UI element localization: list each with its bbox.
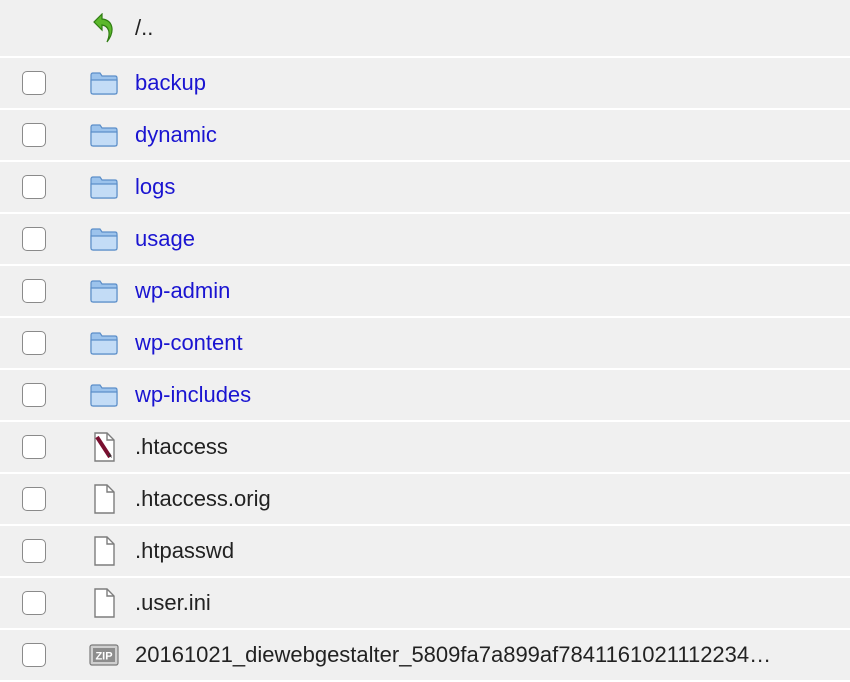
folder-link[interactable]: wp-content	[135, 330, 243, 356]
folder-link[interactable]: usage	[135, 226, 195, 252]
folder-row[interactable]: wp-admin	[0, 266, 850, 318]
file-name[interactable]: 20161021_diewebgestalter_5809fa7a899af78…	[135, 642, 771, 668]
select-checkbox[interactable]	[22, 539, 46, 563]
file-icon[interactable]	[89, 484, 119, 514]
folder-icon[interactable]	[89, 120, 119, 150]
file-name[interactable]: .htpasswd	[135, 538, 234, 564]
select-checkbox[interactable]	[22, 279, 46, 303]
select-checkbox[interactable]	[22, 435, 46, 459]
select-checkbox[interactable]	[22, 227, 46, 251]
select-checkbox[interactable]	[22, 331, 46, 355]
folder-link[interactable]: wp-includes	[135, 382, 251, 408]
folder-row[interactable]: dynamic	[0, 110, 850, 162]
folder-icon[interactable]	[89, 68, 119, 98]
file-row[interactable]: .user.ini	[0, 578, 850, 630]
folder-row[interactable]: usage	[0, 214, 850, 266]
folder-link[interactable]: wp-admin	[135, 278, 230, 304]
svg-text:ZIP: ZIP	[95, 651, 112, 663]
file-icon[interactable]	[89, 536, 119, 566]
file-row[interactable]: .htpasswd	[0, 526, 850, 578]
file-icon[interactable]	[89, 588, 119, 618]
select-checkbox[interactable]	[22, 175, 46, 199]
folder-icon[interactable]	[89, 224, 119, 254]
file-row[interactable]: .htaccess.orig	[0, 474, 850, 526]
folder-row[interactable]: wp-includes	[0, 370, 850, 422]
parent-directory-link[interactable]: /..	[135, 15, 153, 41]
folder-icon[interactable]	[89, 276, 119, 306]
up-arrow-icon[interactable]	[89, 13, 119, 43]
file-row[interactable]: ZIP 20161021_diewebgestalter_5809fa7a899a…	[0, 630, 850, 682]
folder-link[interactable]: dynamic	[135, 122, 217, 148]
folder-row[interactable]: logs	[0, 162, 850, 214]
folder-row[interactable]: backup	[0, 58, 850, 110]
zip-file-icon[interactable]: ZIP	[89, 640, 119, 670]
file-name[interactable]: .htaccess.orig	[135, 486, 271, 512]
folder-icon[interactable]	[89, 380, 119, 410]
folder-row[interactable]: wp-content	[0, 318, 850, 370]
htaccess-file-icon[interactable]	[89, 432, 119, 462]
folder-link[interactable]: logs	[135, 174, 175, 200]
folder-link[interactable]: backup	[135, 70, 206, 96]
select-checkbox[interactable]	[22, 383, 46, 407]
select-checkbox[interactable]	[22, 71, 46, 95]
select-checkbox[interactable]	[22, 643, 46, 667]
folder-icon[interactable]	[89, 172, 119, 202]
file-row[interactable]: .htaccess	[0, 422, 850, 474]
select-checkbox[interactable]	[22, 123, 46, 147]
file-list: /.. backup dynamic logs usage wp-admin wp-con…	[0, 0, 850, 682]
folder-icon[interactable]	[89, 328, 119, 358]
parent-directory-row[interactable]: /..	[0, 0, 850, 58]
file-name[interactable]: .user.ini	[135, 590, 211, 616]
select-checkbox[interactable]	[22, 591, 46, 615]
select-checkbox[interactable]	[22, 487, 46, 511]
file-name[interactable]: .htaccess	[135, 434, 228, 460]
